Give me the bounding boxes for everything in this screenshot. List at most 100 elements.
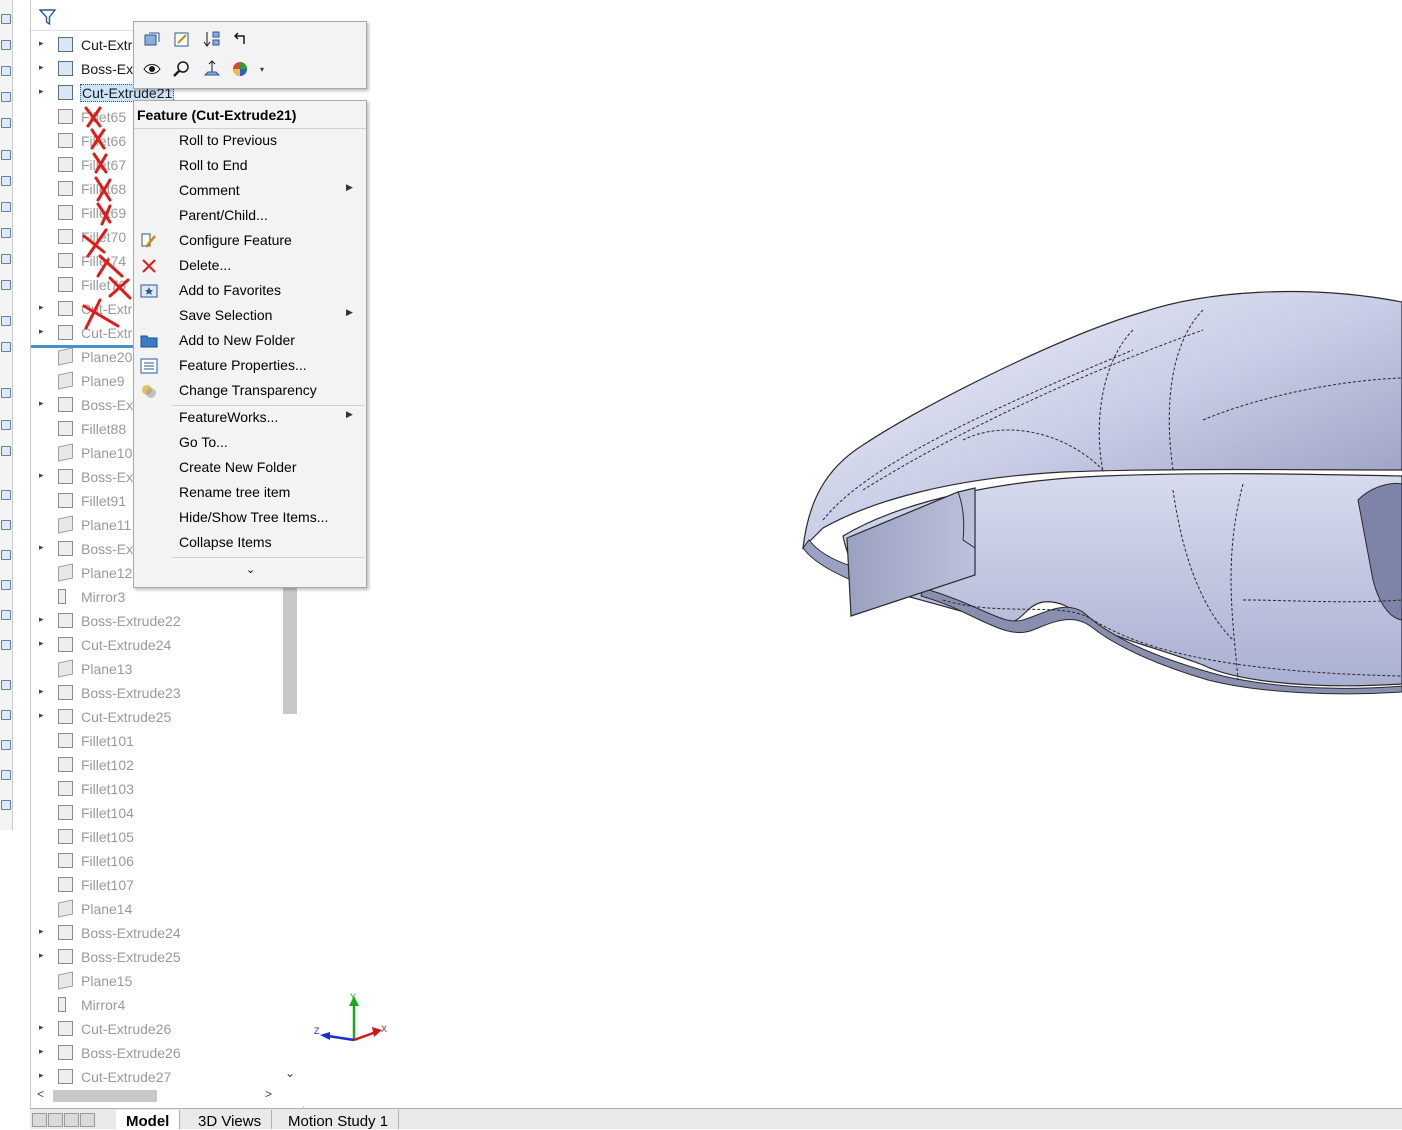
command-strip-icon[interactable] <box>1 580 11 590</box>
expand-arrow-icon[interactable]: ▸ <box>39 1070 44 1081</box>
expand-arrow-icon[interactable]: ▸ <box>39 950 44 961</box>
tree-row[interactable]: ▸ Boss-Extrude24 <box>31 921 281 945</box>
expand-arrow-icon[interactable]: ▸ <box>39 686 44 697</box>
tree-row[interactable]: Fillet105 <box>31 825 281 849</box>
expand-arrow-icon[interactable]: ▸ <box>39 86 44 97</box>
tree-row[interactable]: Fillet107 <box>31 873 281 897</box>
scroll-left-icon[interactable]: < <box>37 1087 44 1101</box>
expand-arrow-icon[interactable]: ▸ <box>39 470 44 481</box>
expand-arrow-icon[interactable]: ▸ <box>39 1022 44 1033</box>
edit-sketch-icon[interactable] <box>172 30 192 50</box>
last-tab-icon[interactable] <box>80 1113 95 1127</box>
expand-arrow-icon[interactable]: ▸ <box>39 710 44 721</box>
menu-item[interactable]: Create New Folder <box>134 456 366 481</box>
tab-3d-views[interactable]: 3D Views <box>188 1110 273 1130</box>
tree-row[interactable]: ▸ Cut-Extrude24 <box>31 633 281 657</box>
tree-row[interactable]: Fillet104 <box>31 801 281 825</box>
hide-show-icon[interactable] <box>142 60 162 80</box>
menu-item[interactable]: FeatureWorks... ▶ <box>134 406 366 431</box>
zoom-to-selection-icon[interactable] <box>172 60 192 80</box>
command-strip-icon[interactable] <box>1 316 11 326</box>
command-strip-icon[interactable] <box>1 446 11 456</box>
command-strip-icon[interactable] <box>1 280 11 290</box>
undo-arrow-icon[interactable] <box>230 30 250 50</box>
command-strip-icon[interactable] <box>1 770 11 780</box>
command-strip-icon[interactable] <box>1 14 11 24</box>
filter-icon[interactable] <box>38 8 57 31</box>
command-strip-icon[interactable] <box>1 118 11 128</box>
menu-item[interactable]: Save Selection ▶ <box>134 304 366 329</box>
command-strip-icon[interactable] <box>1 66 11 76</box>
menu-item[interactable]: Configure Feature <box>134 229 366 254</box>
tree-row[interactable]: Fillet106 <box>31 849 281 873</box>
next-tab-icon[interactable] <box>64 1113 79 1127</box>
command-strip-icon[interactable] <box>1 490 11 500</box>
tree-row[interactable]: ▸ Boss-Extrude23 <box>31 681 281 705</box>
expand-arrow-icon[interactable]: ▸ <box>39 926 44 937</box>
tree-row[interactable]: Fillet101 <box>31 729 281 753</box>
menu-item[interactable]: Add to Favorites <box>134 279 366 304</box>
menu-item[interactable]: Feature Properties... <box>134 354 366 379</box>
tree-row[interactable]: Fillet102 <box>31 753 281 777</box>
expand-arrow-icon[interactable]: ▸ <box>39 638 44 649</box>
tab-motion-study-1[interactable]: Motion Study 1 <box>278 1110 400 1130</box>
tree-row[interactable]: Plane13 <box>31 657 281 681</box>
menu-item[interactable]: Add to New Folder <box>134 329 366 354</box>
command-strip-icon[interactable] <box>1 388 11 398</box>
expand-arrow-icon[interactable]: ▸ <box>39 614 44 625</box>
rollback-icon[interactable] <box>202 30 222 50</box>
tree-row[interactable]: Fillet103 <box>31 777 281 801</box>
command-strip-icon[interactable] <box>1 202 11 212</box>
command-strip-icon[interactable] <box>1 640 11 650</box>
tab-model[interactable]: Model <box>116 1110 181 1130</box>
scroll-down-icon[interactable]: ⌄ <box>285 1066 295 1080</box>
command-strip-icon[interactable] <box>1 550 11 560</box>
expand-arrow-icon[interactable]: ▸ <box>39 326 44 337</box>
edit-feature-icon[interactable] <box>142 30 162 50</box>
tree-row[interactable]: ▸ Boss-Extrude26 <box>31 1041 281 1065</box>
menu-item[interactable]: Collapse Items <box>134 531 366 556</box>
menu-item[interactable]: Change Transparency <box>134 379 366 404</box>
tree-vertical-scrollbar-thumb[interactable] <box>283 584 297 714</box>
prev-tab-icon[interactable] <box>48 1113 63 1127</box>
horizontal-scrollbar-thumb[interactable] <box>53 1090 157 1102</box>
tree-row[interactable]: Mirror4 <box>31 993 281 1017</box>
command-strip-icon[interactable] <box>1 520 11 530</box>
scroll-right-icon[interactable]: > <box>265 1087 272 1101</box>
menu-item[interactable]: Go To... <box>134 431 366 456</box>
tree-row[interactable]: ▸ Cut-Extrude26 <box>31 1017 281 1041</box>
command-strip-icon[interactable] <box>1 680 11 690</box>
command-strip-icon[interactable] <box>1 342 11 352</box>
graphics-area[interactable]: Y X Z <box>303 0 1402 1106</box>
menu-item[interactable]: Delete... <box>134 254 366 279</box>
command-strip-icon[interactable] <box>1 40 11 50</box>
tree-horizontal-scrollbar[interactable]: < > <box>31 1084 281 1106</box>
tree-row[interactable]: ▸ Boss-Extrude25 <box>31 945 281 969</box>
expand-arrow-icon[interactable]: ▸ <box>39 62 44 73</box>
command-strip-icon[interactable] <box>1 254 11 264</box>
menu-item[interactable]: Rename tree item <box>134 481 366 506</box>
menu-item[interactable]: Roll to Previous <box>134 129 366 154</box>
appearance-dropdown-icon[interactable]: ▾ <box>252 60 272 80</box>
expand-arrow-icon[interactable]: ▸ <box>39 542 44 553</box>
tree-row[interactable]: ▸ Cut-Extrude25 <box>31 705 281 729</box>
expand-arrow-icon[interactable]: ▸ <box>39 1046 44 1057</box>
normal-to-icon[interactable] <box>202 60 222 80</box>
tab-navigation-buttons[interactable] <box>32 1113 110 1127</box>
expand-arrow-icon[interactable]: ▸ <box>39 38 44 49</box>
expand-arrow-icon[interactable]: ▸ <box>39 302 44 313</box>
menu-item[interactable]: Roll to End <box>134 154 366 179</box>
command-strip-icon[interactable] <box>1 800 11 810</box>
expand-arrow-icon[interactable]: ▸ <box>39 398 44 409</box>
tree-row[interactable]: Plane15 <box>31 969 281 993</box>
rollback-bar[interactable] <box>31 345 141 348</box>
tree-row[interactable]: Plane14 <box>31 897 281 921</box>
command-strip-icon[interactable] <box>1 420 11 430</box>
tree-row[interactable]: Mirror3 <box>31 585 281 609</box>
command-strip-icon[interactable] <box>1 228 11 238</box>
command-strip-icon[interactable] <box>1 710 11 720</box>
menu-item[interactable]: Parent/Child... <box>134 204 366 229</box>
appearance-icon[interactable] <box>230 60 250 80</box>
menu-item[interactable]: Hide/Show Tree Items... <box>134 506 366 531</box>
command-strip-icon[interactable] <box>1 610 11 620</box>
